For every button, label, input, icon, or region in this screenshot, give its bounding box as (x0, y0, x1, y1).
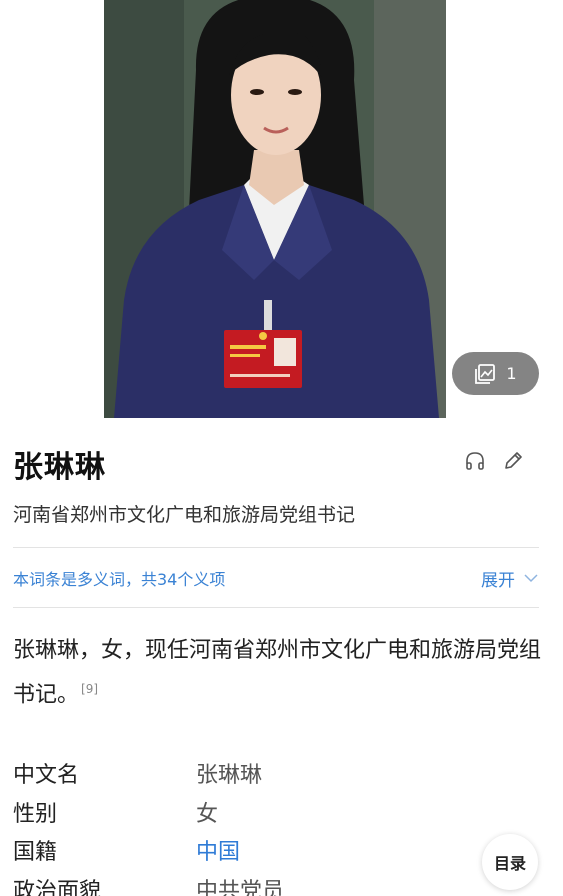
info-value: 张琳琳 (196, 763, 263, 789)
chevron-down-icon (524, 574, 538, 583)
portrait-photo[interactable] (104, 0, 446, 418)
info-key: 政治面貌 (13, 878, 102, 896)
info-row: 中文名 张琳琳 (13, 754, 473, 793)
title-actions (464, 450, 524, 472)
nationality-link[interactable]: 中国 (196, 834, 240, 866)
info-row: 国籍 中国 (13, 831, 473, 870)
divider (13, 607, 539, 608)
info-row: 政治面貌 中共党员 (13, 870, 473, 896)
reference-link[interactable]: [9] (81, 682, 98, 696)
entry-summary: 张琳琳，女，现任河南省郑州市文化广电和旅游局党组书记。 [9] (13, 632, 543, 714)
entry-header: 张琳琳 (13, 442, 538, 485)
toc-button[interactable]: 目录 (482, 834, 538, 890)
polysemy-bar: 本词条是多义词，共34个义项 展开 (13, 566, 539, 591)
hero-image-area: 1 (0, 0, 563, 420)
info-value: 中共党员 (196, 878, 285, 896)
info-row: 性别 女 (13, 793, 473, 832)
entry-title: 张琳琳 (13, 450, 106, 485)
info-key: 性别 (13, 801, 58, 827)
infobox: 中文名 张琳琳 性别 女 国籍 中国 政治面貌 中共党员 (13, 754, 473, 896)
gallery-button[interactable]: 1 (452, 352, 539, 395)
summary-text: 张琳琳，女，现任河南省郑州市文化广电和旅游局党组书记。 (13, 638, 542, 708)
headphones-icon[interactable] (464, 450, 486, 472)
polysemy-link[interactable]: 本词条是多义词，共34个义项 (13, 566, 225, 590)
gallery-count: 1 (506, 364, 517, 383)
expand-label: 展开 (481, 570, 515, 591)
gallery-icon (475, 363, 496, 384)
info-key: 国籍 (13, 840, 58, 866)
divider (13, 547, 539, 548)
info-value: 女 (196, 801, 219, 827)
edit-pencil-icon[interactable] (502, 450, 524, 472)
entry-subtitle: 河南省郑州市文化广电和旅游局党组书记 (13, 504, 356, 526)
info-key: 中文名 (13, 763, 80, 789)
expand-button[interactable]: 展开 (481, 566, 539, 591)
